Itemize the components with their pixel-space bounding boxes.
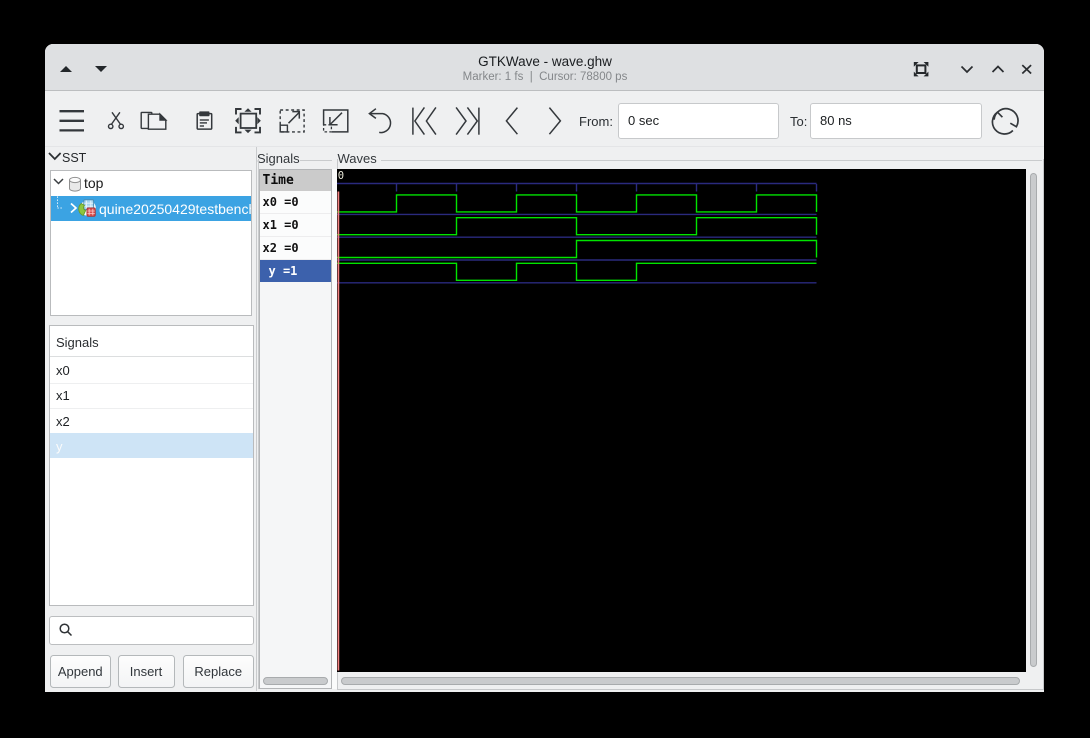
svg-text:0: 0 <box>338 170 344 182</box>
